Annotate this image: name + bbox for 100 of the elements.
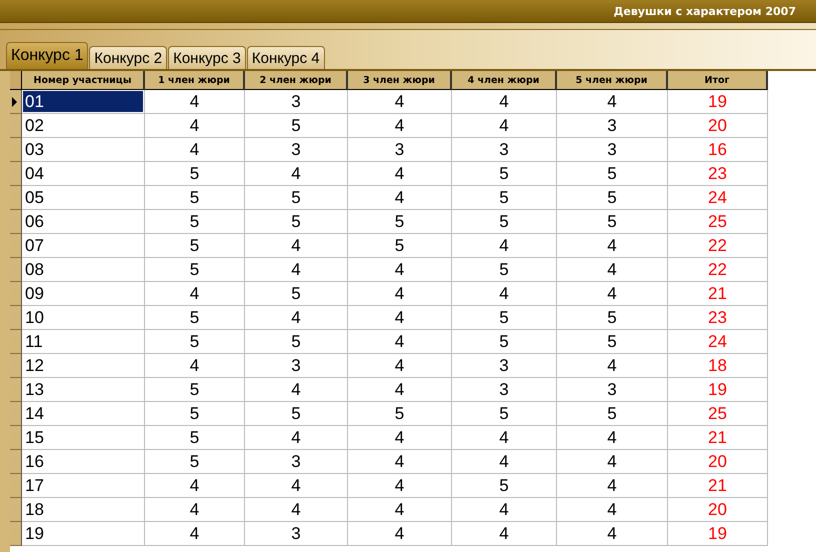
table-cell: 4 bbox=[348, 498, 452, 522]
table-cell: 21 bbox=[668, 474, 768, 498]
table-cell: 5 bbox=[145, 162, 245, 186]
table-cell: 5 bbox=[245, 186, 348, 210]
column-header[interactable]: 2 член жюри bbox=[245, 71, 348, 90]
table-cell: 4 bbox=[145, 474, 245, 498]
table-cell: 18 bbox=[22, 498, 145, 522]
table-cell: 4 bbox=[452, 450, 557, 474]
column-header[interactable]: 3 член жюри bbox=[348, 71, 452, 90]
table-cell: 05 bbox=[22, 186, 145, 210]
table-cell: 5 bbox=[452, 306, 557, 330]
tab[interactable]: Конкурс 3 bbox=[168, 46, 246, 69]
table-cell: 4 bbox=[348, 282, 452, 306]
table-cell: 22 bbox=[668, 258, 768, 282]
table-cell: 4 bbox=[557, 234, 668, 258]
table-cell: 4 bbox=[348, 354, 452, 378]
table-cell: 4 bbox=[557, 498, 668, 522]
table-cell: 13 bbox=[22, 378, 145, 402]
table-cell: 4 bbox=[557, 90, 668, 114]
corner-cell bbox=[10, 71, 22, 90]
table-cell: 4 bbox=[348, 450, 452, 474]
table-cell: 08 bbox=[22, 258, 145, 282]
table-cell: 3 bbox=[245, 354, 348, 378]
table-cell: 20 bbox=[668, 114, 768, 138]
table-cell: 17 bbox=[22, 474, 145, 498]
table-cell: 4 bbox=[452, 522, 557, 546]
table-cell: 5 bbox=[452, 330, 557, 354]
table-cell: 4 bbox=[557, 426, 668, 450]
table-cell: 3 bbox=[452, 138, 557, 162]
table-cell: 5 bbox=[348, 402, 452, 426]
table-cell: 3 bbox=[557, 114, 668, 138]
column-header[interactable]: 1 член жюри bbox=[145, 71, 245, 90]
table-cell: 5 bbox=[557, 306, 668, 330]
table-cell: 4 bbox=[557, 258, 668, 282]
table-cell: 18 bbox=[668, 354, 768, 378]
table-cell: 4 bbox=[348, 474, 452, 498]
table-cell: 5 bbox=[557, 210, 668, 234]
table-cell: 4 bbox=[452, 282, 557, 306]
table-cell: 02 bbox=[22, 114, 145, 138]
table-cell: 16 bbox=[668, 138, 768, 162]
table-cell: 5 bbox=[452, 186, 557, 210]
table-cell: 4 bbox=[245, 378, 348, 402]
table-cell: 4 bbox=[145, 522, 245, 546]
table-cell: 5 bbox=[348, 234, 452, 258]
table-cell: 21 bbox=[668, 426, 768, 450]
table-cell: 12 bbox=[22, 354, 145, 378]
table-cell: 5 bbox=[452, 162, 557, 186]
table-cell: 4 bbox=[245, 306, 348, 330]
table-cell: 3 bbox=[452, 378, 557, 402]
table-cell: 4 bbox=[452, 426, 557, 450]
table-cell: 4 bbox=[348, 114, 452, 138]
table-cell: 4 bbox=[348, 306, 452, 330]
table-cell: 20 bbox=[668, 450, 768, 474]
column-header[interactable]: Итог bbox=[668, 71, 768, 90]
column-header[interactable]: 5 член жюри bbox=[557, 71, 668, 90]
table-cell: 4 bbox=[348, 426, 452, 450]
table-cell: 5 bbox=[245, 282, 348, 306]
table-cell: 5 bbox=[145, 450, 245, 474]
table-cell: 5 bbox=[245, 330, 348, 354]
table-cell: 4 bbox=[557, 282, 668, 306]
table-cell: 04 bbox=[22, 162, 145, 186]
table-cell: 4 bbox=[245, 258, 348, 282]
table-cell: 4 bbox=[348, 90, 452, 114]
tab[interactable]: Конкурс 1 bbox=[6, 42, 88, 69]
table-cell: 4 bbox=[145, 498, 245, 522]
table-cell: 3 bbox=[348, 138, 452, 162]
table-cell: 20 bbox=[668, 498, 768, 522]
tab[interactable]: Конкурс 2 bbox=[89, 46, 168, 69]
table-cell: 06 bbox=[22, 210, 145, 234]
table-cell: 3 bbox=[557, 378, 668, 402]
table-cell: 5 bbox=[245, 114, 348, 138]
tab[interactable]: Конкурс 4 bbox=[246, 46, 325, 69]
table-cell: 4 bbox=[245, 426, 348, 450]
column-header[interactable]: Номер участницы bbox=[22, 71, 145, 90]
table-cell: 4 bbox=[348, 330, 452, 354]
column-header[interactable]: 4 член жюри bbox=[452, 71, 557, 90]
table-cell: 5 bbox=[145, 426, 245, 450]
table-cell: 4 bbox=[348, 186, 452, 210]
table-cell: 4 bbox=[557, 474, 668, 498]
table-cell: 07 bbox=[22, 234, 145, 258]
table-cell: 4 bbox=[452, 90, 557, 114]
table-cell: 14 bbox=[22, 402, 145, 426]
table-cell: 5 bbox=[145, 402, 245, 426]
row-indicator[interactable] bbox=[10, 90, 22, 114]
table-cell: 19 bbox=[668, 522, 768, 546]
table-cell: 4 bbox=[348, 522, 452, 546]
table-cell: 5 bbox=[452, 474, 557, 498]
table-cell: 09 bbox=[22, 282, 145, 306]
table-cell: 5 bbox=[557, 330, 668, 354]
table-cell: 21 bbox=[668, 282, 768, 306]
table-cell: 3 bbox=[245, 90, 348, 114]
table-cell: 5 bbox=[145, 234, 245, 258]
table-cell: 23 bbox=[668, 306, 768, 330]
table-cell: 24 bbox=[668, 186, 768, 210]
table-cell: 5 bbox=[145, 306, 245, 330]
table-cell: 11 bbox=[22, 330, 145, 354]
table-cell: 4 bbox=[245, 474, 348, 498]
table-cell: 5 bbox=[245, 402, 348, 426]
table-cell: 4 bbox=[145, 90, 245, 114]
table-cell: 24 bbox=[668, 330, 768, 354]
